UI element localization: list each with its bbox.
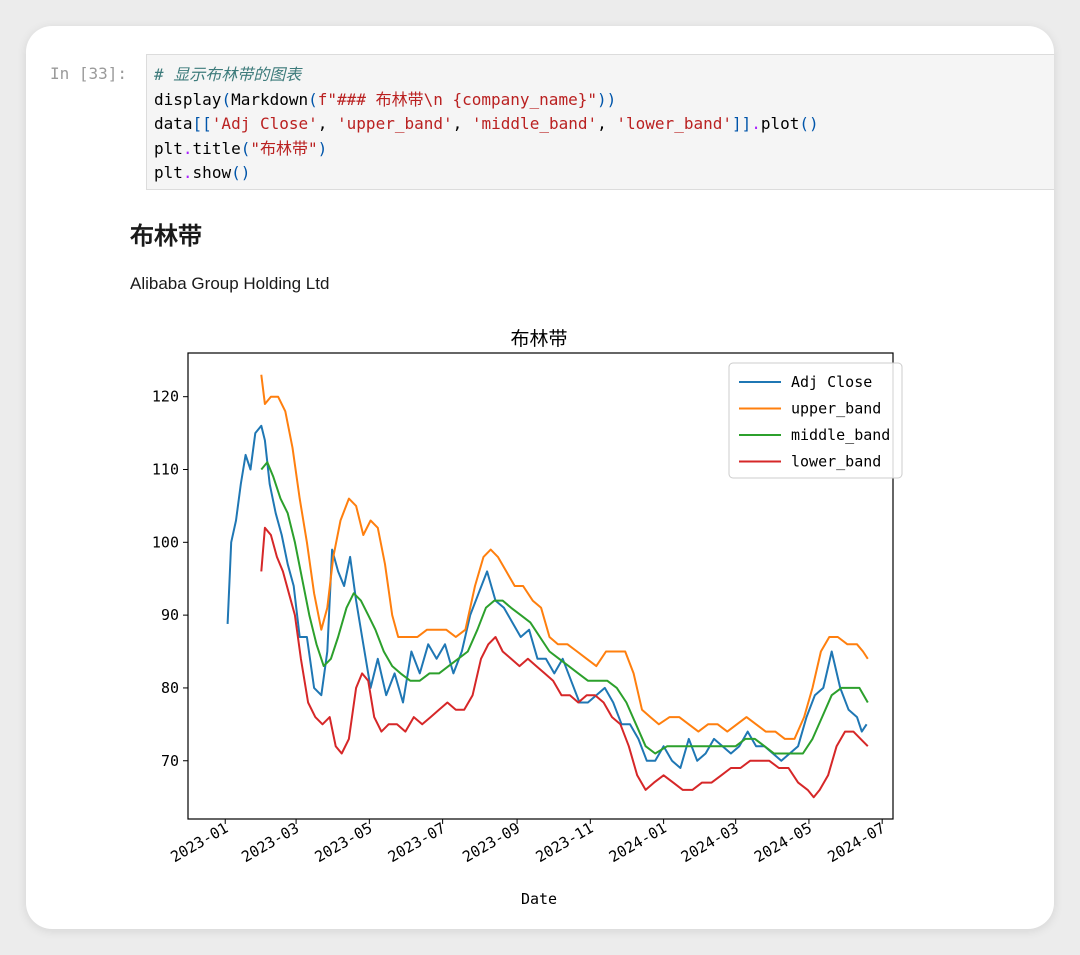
legend-label: upper_band [791,400,881,418]
bollinger-chart: 布林带 708090100110120 2023-012023-032023-0… [122,316,912,928]
markdown-subtitle: Alibaba Group Holding Ltd [130,274,329,294]
code-obj-plt: plt [154,139,183,158]
code-col-0: 'Adj Close' [212,114,318,133]
code-fn-display: display [154,90,221,109]
code-obj-plt-2: plt [154,163,183,182]
code-method-plot: plot [761,114,800,133]
code-line-2: display(Markdown(f"### 布林带\n {company_na… [154,90,616,109]
code-line-1: # 显示布林带的图表 [154,65,301,84]
x-tick-label: 2024-03 [678,819,742,866]
code-line-5: plt.show() [154,163,250,182]
x-tick-label: 2023-09 [459,819,523,866]
code-method-show: show [193,163,232,182]
x-tick-label: 2023-11 [533,819,597,866]
code-comment: # 显示布林带的图表 [154,65,301,84]
code-col-3: 'lower_band' [616,114,732,133]
x-tick-label: 2024-01 [606,819,670,866]
legend-label: lower_band [791,453,881,471]
code-col-1: 'upper_band' [337,114,453,133]
x-tick-label: 2023-07 [385,819,449,866]
y-tick-label: 80 [161,679,179,697]
x-tick-label: 2023-05 [312,819,376,866]
x-axis: 2023-012023-032023-052023-072023-092023-… [167,819,888,866]
legend: Adj Close upper_band middle_band lower_band [729,363,902,478]
x-axis-label: Date [521,890,557,908]
notebook-cell-card: In [33]: # 显示布林带的图表 display(Markdown(f"#… [26,26,1054,929]
x-tick-label: 2023-03 [238,819,302,866]
code-line-3: data[['Adj Close', 'upper_band', 'middle… [154,114,819,133]
y-tick-label: 90 [161,606,179,624]
legend-label: Adj Close [791,373,872,391]
y-tick-label: 120 [152,388,179,406]
code-fn-markdown: Markdown [231,90,308,109]
x-tick-label: 2024-05 [751,819,815,866]
x-tick-label: 2024-07 [824,819,888,866]
cell-prompt: In [33]: [50,64,127,83]
y-axis: 70 80 90 100 110 120 [152,388,188,770]
code-line-4: plt.title("布林带") [154,139,327,158]
code-col-2: 'middle_band' [472,114,597,133]
legend-label: middle_band [791,426,890,444]
markdown-title: 布林带 [130,216,202,251]
x-tick-label: 2023-01 [167,819,231,866]
code-method-title: title [193,139,241,158]
y-tick-label: 100 [152,533,179,551]
chart-title: 布林带 [510,328,567,350]
code-cell[interactable]: # 显示布林带的图表 display(Markdown(f"### 布林带\n … [146,54,1054,190]
y-tick-label: 110 [152,461,179,479]
code-var-data: data [154,114,193,133]
code-string-markdown: f"### 布林带\n {company_name}" [318,90,597,109]
y-tick-label: 70 [161,752,179,770]
code-string-title: "布林带" [250,139,317,158]
